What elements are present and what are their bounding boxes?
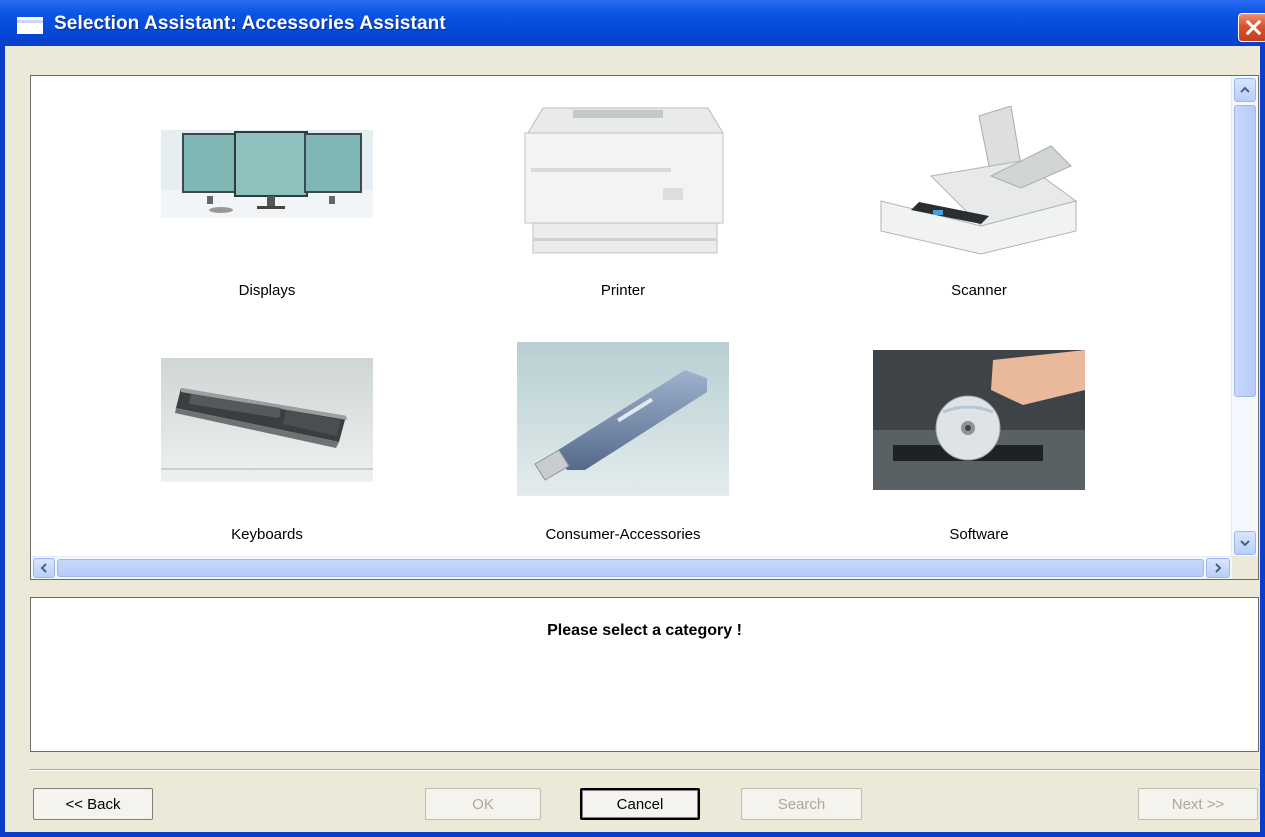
scroll-up-button[interactable]	[1234, 78, 1256, 102]
category-label: Scanner	[951, 282, 1007, 299]
category-software[interactable]: Software	[819, 322, 1139, 562]
category-keyboards[interactable]: Keyboards	[107, 322, 427, 562]
ok-button[interactable]: OK	[425, 788, 541, 820]
scrollbar-corner	[1232, 556, 1258, 579]
category-consumer-accessories[interactable]: Consumer-Accessories	[463, 322, 783, 562]
back-button[interactable]: << Back	[33, 788, 153, 820]
window-title: Selection Assistant: Accessories Assista…	[54, 13, 446, 34]
vertical-scroll-thumb[interactable]	[1234, 105, 1256, 397]
usb-stick-image	[517, 342, 729, 496]
category-label: Software	[949, 526, 1009, 543]
category-printer[interactable]: Printer	[463, 76, 783, 316]
category-label: Consumer-Accessories	[545, 526, 701, 543]
category-label: Printer	[600, 282, 646, 299]
vertical-scrollbar[interactable]	[1231, 76, 1258, 557]
printer-image	[524, 107, 724, 254]
status-panel: Please select a category !	[30, 597, 1259, 752]
chevron-up-icon	[1240, 86, 1250, 93]
title-bar[interactable]: Selection Assistant: Accessories Assista…	[0, 0, 1265, 46]
status-message: Please select a category !	[547, 622, 742, 639]
scroll-down-button[interactable]	[1234, 531, 1256, 555]
horizontal-scroll-thumb[interactable]	[57, 559, 1204, 577]
category-displays[interactable]: Displays	[107, 76, 427, 316]
category-gallery: Displays Printer Scanner Keyboards Consu…	[30, 75, 1259, 580]
next-button[interactable]: Next >>	[1138, 788, 1258, 820]
scroll-left-button[interactable]	[33, 558, 55, 578]
scanner-image	[880, 106, 1078, 255]
window-icon	[17, 17, 43, 34]
category-label: Keyboards	[231, 526, 303, 543]
button-separator	[30, 769, 1259, 771]
chevron-left-icon	[40, 563, 47, 573]
software-cd-image	[873, 350, 1085, 490]
scroll-right-button[interactable]	[1206, 558, 1230, 578]
keyboard-image	[161, 358, 373, 482]
horizontal-scrollbar[interactable]	[31, 556, 1232, 579]
close-icon[interactable]	[1238, 13, 1265, 42]
displays-image	[161, 130, 373, 218]
search-button[interactable]: Search	[741, 788, 862, 820]
chevron-right-icon	[1215, 563, 1222, 573]
chevron-down-icon	[1240, 540, 1250, 547]
category-label: Displays	[238, 282, 296, 299]
category-scanner[interactable]: Scanner	[819, 76, 1139, 316]
cancel-button[interactable]: Cancel	[580, 788, 700, 820]
